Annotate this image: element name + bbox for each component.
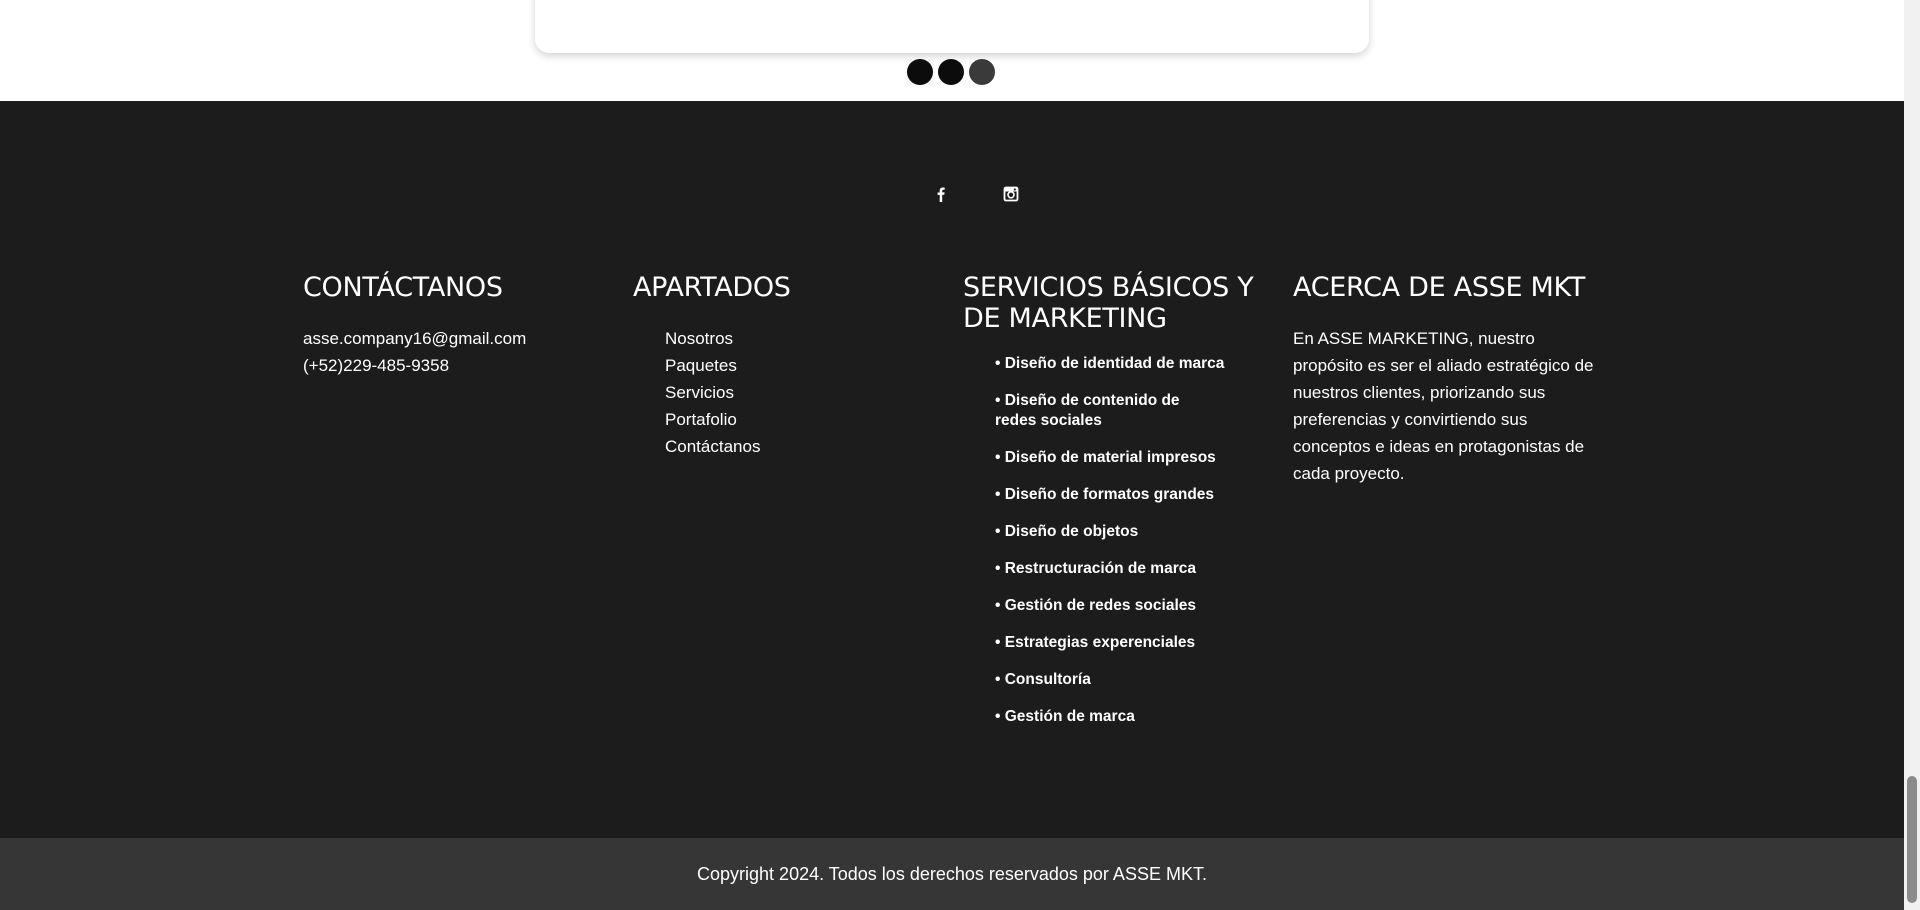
sections-column: APARTADOS Nosotros Paquetes Servicios Po…: [633, 272, 933, 460]
instagram-link[interactable]: [1002, 185, 1020, 203]
facebook-link[interactable]: [932, 185, 950, 203]
service-item: • Gestión de marca: [995, 708, 1135, 725]
footer-link-contactanos[interactable]: Contáctanos: [665, 433, 933, 460]
about-text: En ASSE MARKETING, nuestro propósito es …: [1293, 329, 1594, 483]
footer-link-paquetes[interactable]: Paquetes: [665, 352, 933, 379]
carousel-dots: [907, 59, 995, 85]
service-item: • Restructuración de marca: [995, 560, 1196, 577]
service-item: • Diseño de formatos grandes: [995, 486, 1215, 503]
scrollbar-thumb[interactable]: [1907, 776, 1917, 903]
services-column: SERVICIOS BÁSICOS Y DE MARKETING • Diseñ…: [963, 272, 1263, 744]
contact-phone[interactable]: (+52)229-485-9358: [303, 352, 603, 379]
carousel-dot-3[interactable]: [969, 59, 995, 85]
testimonial-section: [0, 0, 1904, 101]
footer-link-portafolio[interactable]: Portafolio: [665, 406, 933, 433]
service-item: • Estrategias experenciales: [995, 634, 1196, 651]
carousel-dot-1[interactable]: [907, 59, 933, 85]
testimonial-card: [535, 0, 1369, 53]
service-item: • Consultoría: [995, 671, 1091, 688]
about-column: ACERCA DE ASSE MKT En ASSE MARKETING, nu…: [1293, 272, 1603, 487]
about-heading: ACERCA DE ASSE MKT: [1293, 272, 1586, 303]
page: CONTÁCTANOS asse.company16@gmail.com (+5…: [0, 0, 1920, 910]
sections-list: Nosotros Paquetes Servicios Portafolio C…: [633, 325, 933, 460]
contact-email[interactable]: asse.company16@gmail.com: [303, 325, 603, 352]
service-item: • Diseño de identidad de marca: [995, 355, 1225, 372]
copyright-text: Copyright 2024. Todos los derechos reser…: [697, 863, 1207, 884]
services-list: • Diseño de identidad de marca • Diseño …: [963, 354, 1263, 727]
social-links: [0, 185, 1904, 203]
footer-link-servicios[interactable]: Servicios: [665, 379, 933, 406]
contact-heading: CONTÁCTANOS: [303, 272, 503, 303]
instagram-icon: [1003, 186, 1019, 202]
service-item: • Diseño de material impresos: [995, 449, 1216, 466]
service-item: • Gestión de redes sociales: [995, 597, 1196, 614]
service-item: • Diseño de objetos: [995, 523, 1139, 540]
carousel-dot-2[interactable]: [938, 59, 964, 85]
sections-heading: APARTADOS: [633, 272, 791, 303]
site-footer: CONTÁCTANOS asse.company16@gmail.com (+5…: [0, 101, 1904, 838]
contact-column: CONTÁCTANOS asse.company16@gmail.com (+5…: [303, 272, 603, 379]
page-scrollbar[interactable]: [1904, 0, 1920, 910]
copyright-bar: Copyright 2024. Todos los derechos reser…: [0, 838, 1904, 910]
services-heading: SERVICIOS BÁSICOS Y DE MARKETING: [963, 272, 1254, 334]
service-item: • Diseño de contenido de redes sociales: [995, 392, 1180, 429]
facebook-icon: [937, 187, 945, 202]
footer-link-nosotros[interactable]: Nosotros: [665, 325, 933, 352]
